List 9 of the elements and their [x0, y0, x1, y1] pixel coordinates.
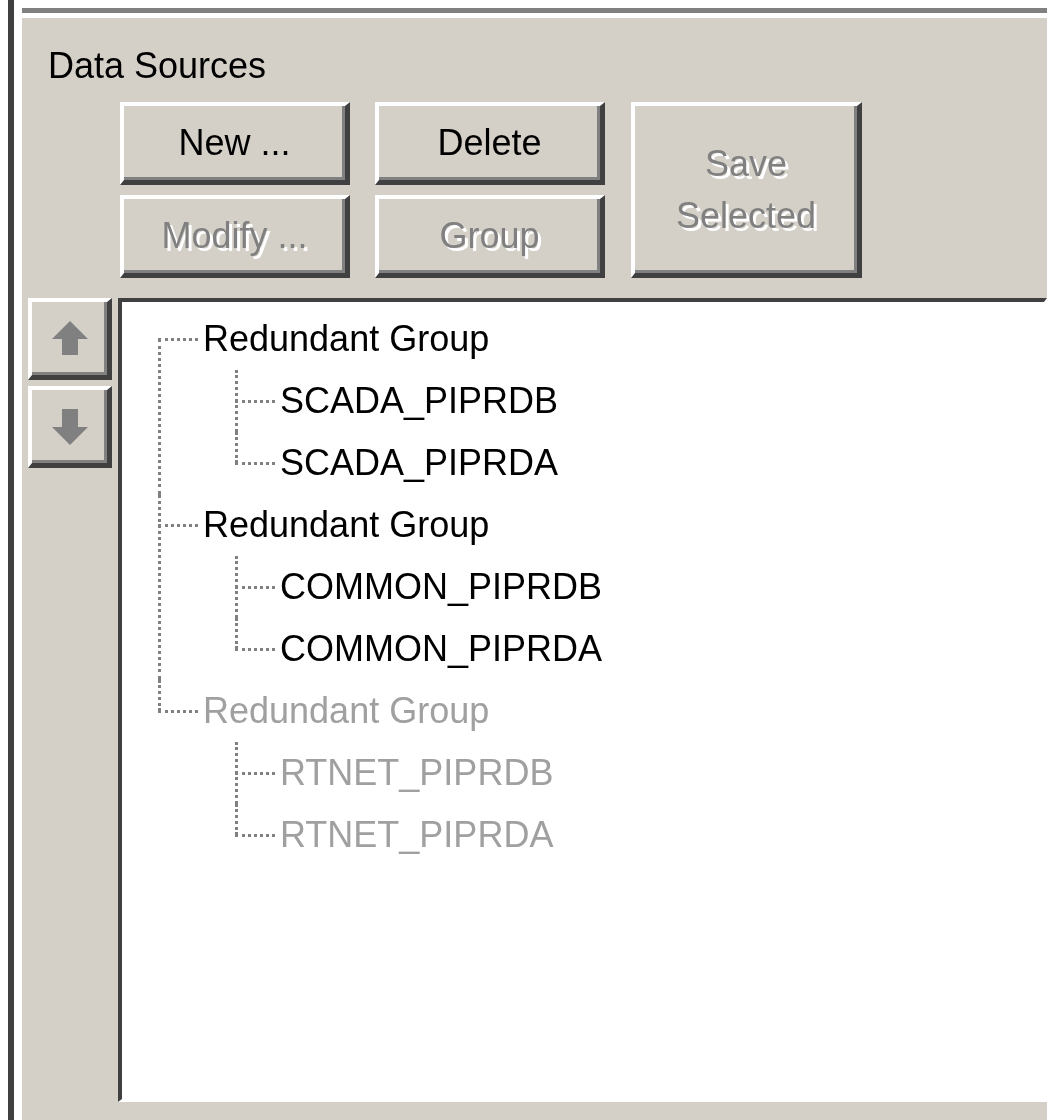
toolbar-button[interactable]: New ... [120, 102, 350, 185]
tree-item[interactable]: COMMON_PIPRDB [280, 565, 603, 609]
tree-item[interactable]: Redundant Group [203, 503, 490, 547]
tree-item[interactable]: SCADA_PIPRDB [280, 379, 559, 423]
tree-item[interactable]: COMMON_PIPRDA [280, 627, 603, 671]
panel-title: Data Sources [48, 45, 267, 86]
tree-item[interactable]: Redundant Group [203, 317, 490, 361]
toolbar-button[interactable]: Delete [375, 102, 605, 185]
tree-item[interactable]: SCADA_PIPRDA [280, 441, 559, 485]
